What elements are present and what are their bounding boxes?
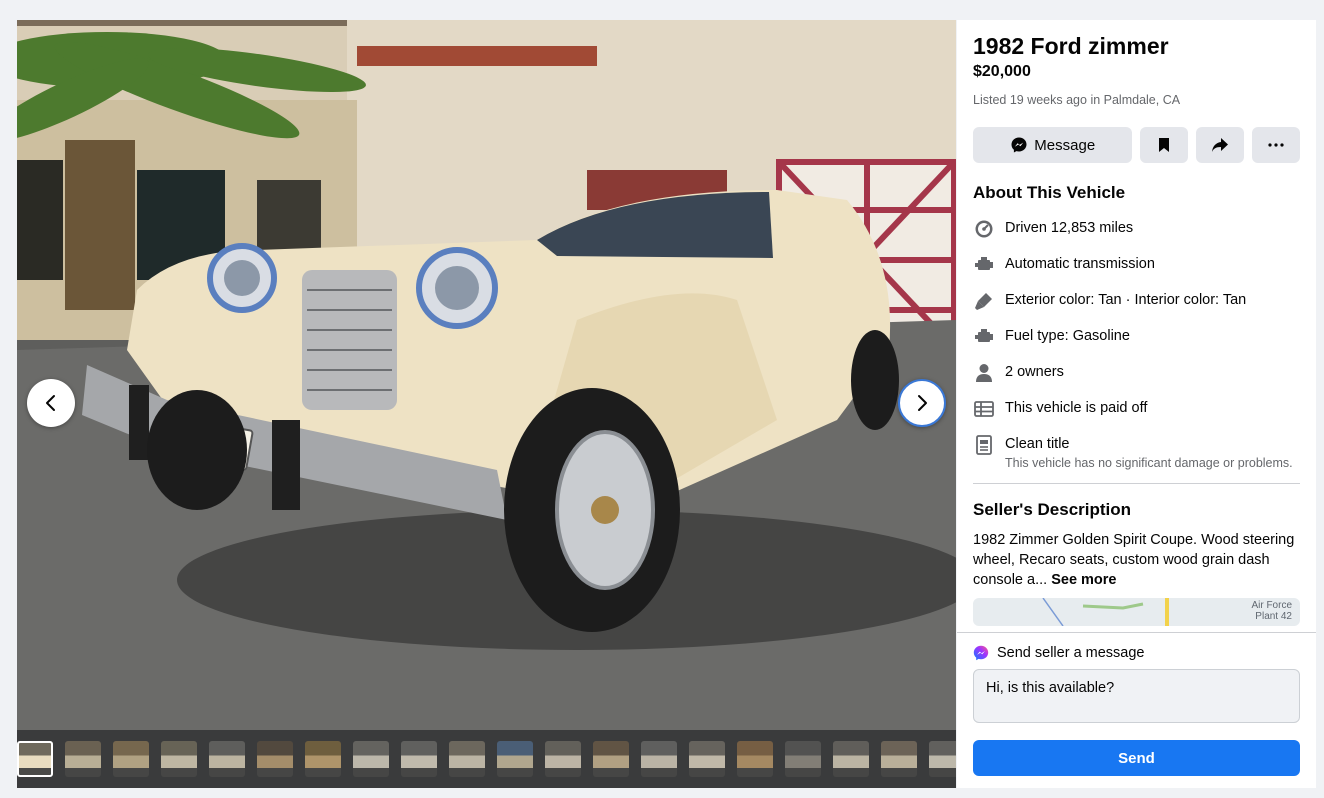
next-photo-button[interactable] bbox=[898, 379, 946, 427]
photo-thumbnail[interactable] bbox=[257, 741, 293, 777]
action-bar: Message bbox=[973, 127, 1300, 163]
spec-paid-off: This vehicle is paid off bbox=[973, 391, 1300, 427]
message-composer: Send seller a message Hi, is this availa… bbox=[957, 632, 1316, 788]
photo-thumbnail[interactable] bbox=[641, 741, 677, 777]
photo-thumbnail-strip bbox=[17, 730, 956, 788]
more-icon bbox=[1268, 143, 1284, 147]
spec-title-status-text: Clean title bbox=[1005, 436, 1070, 452]
composer-heading: Send seller a message bbox=[997, 645, 1145, 661]
photo-thumbnail[interactable] bbox=[449, 741, 485, 777]
seller-description: 1982 Zimmer Golden Spirit Coupe. Wood st… bbox=[973, 530, 1300, 590]
spec-transmission-text: Automatic transmission bbox=[1005, 256, 1155, 272]
money-icon bbox=[973, 399, 995, 419]
photo-thumbnail[interactable] bbox=[833, 741, 869, 777]
photo-thumbnail[interactable] bbox=[113, 741, 149, 777]
speedometer-icon bbox=[973, 219, 995, 239]
fuel-icon bbox=[973, 327, 995, 347]
spec-mileage: Driven 12,853 miles bbox=[973, 211, 1300, 247]
listing-meta: Listed 19 weeks ago in Palmdale, CA bbox=[973, 93, 1181, 107]
location-map[interactable]: Air Force Plant 42 bbox=[973, 598, 1300, 626]
photo-thumbnail[interactable] bbox=[353, 741, 389, 777]
chevron-left-icon bbox=[46, 395, 55, 411]
bookmark-icon bbox=[1159, 138, 1170, 152]
see-more-link[interactable]: See more bbox=[1051, 572, 1116, 588]
listing-price: $20,000 bbox=[973, 63, 1031, 80]
message-input[interactable]: Hi, is this available? bbox=[973, 669, 1300, 723]
section-divider bbox=[973, 483, 1300, 484]
photo-viewer: 2ARG825 bbox=[17, 20, 956, 788]
spec-title-status: Clean title This vehicle has no signific… bbox=[973, 427, 1300, 471]
photo-thumbnail[interactable] bbox=[737, 741, 773, 777]
seller-description-heading: Seller's Description bbox=[973, 500, 1132, 519]
photo-thumbnail[interactable] bbox=[65, 741, 101, 777]
spec-fuel: Fuel type: Gasoline bbox=[973, 319, 1300, 355]
listing-title: 1982 Ford zimmer bbox=[973, 33, 1169, 59]
messenger-logo-icon bbox=[973, 645, 989, 661]
photo-thumbnail[interactable] bbox=[497, 741, 533, 777]
previous-photo-button[interactable] bbox=[27, 379, 75, 427]
engine-icon bbox=[973, 255, 995, 275]
photo-thumbnail[interactable] bbox=[545, 741, 581, 777]
seller-description-text: 1982 Zimmer Golden Spirit Coupe. Wood st… bbox=[973, 532, 1295, 588]
map-place-label: Air Force Plant 42 bbox=[1251, 600, 1292, 622]
vehicle-specs-list: Driven 12,853 miles Automatic transmissi… bbox=[973, 211, 1300, 471]
listing-photo: 2ARG825 bbox=[17, 20, 956, 730]
paint-icon bbox=[973, 291, 995, 311]
photo-thumbnail[interactable] bbox=[785, 741, 821, 777]
photo-thumbnail[interactable] bbox=[689, 741, 725, 777]
photo-thumbnail[interactable] bbox=[305, 741, 341, 777]
person-icon bbox=[973, 363, 995, 383]
save-button[interactable] bbox=[1140, 127, 1189, 163]
spec-title-status-subtext: This vehicle has no significant damage o… bbox=[1005, 456, 1293, 470]
document-icon bbox=[973, 435, 995, 455]
spec-color-text: Exterior color: Tan · Interior color: Ta… bbox=[1005, 292, 1247, 308]
photo-thumbnail[interactable] bbox=[17, 741, 53, 777]
photo-thumbnail[interactable] bbox=[209, 741, 245, 777]
composer-header: Send seller a message bbox=[973, 645, 1300, 661]
spec-owners: 2 owners bbox=[973, 355, 1300, 391]
share-button[interactable] bbox=[1196, 127, 1245, 163]
photo-thumbnail[interactable] bbox=[593, 741, 629, 777]
photo-thumbnail[interactable] bbox=[929, 741, 956, 777]
photo-thumbnail[interactable] bbox=[401, 741, 437, 777]
share-icon bbox=[1212, 138, 1229, 152]
about-vehicle-heading: About This Vehicle bbox=[973, 183, 1126, 202]
spec-fuel-text: Fuel type: Gasoline bbox=[1005, 328, 1130, 344]
listing-details-panel: 1982 Ford zimmer $20,000 Listed 19 weeks… bbox=[957, 20, 1316, 788]
messenger-icon bbox=[1011, 137, 1027, 153]
details-scroll-area[interactable]: 1982 Ford zimmer $20,000 Listed 19 weeks… bbox=[957, 20, 1316, 632]
spec-transmission: Automatic transmission bbox=[973, 247, 1300, 283]
message-button-label: Message bbox=[1034, 136, 1096, 154]
photo-thumbnail[interactable] bbox=[161, 741, 197, 777]
spec-color: Exterior color: Tan · Interior color: Ta… bbox=[973, 283, 1300, 319]
send-button[interactable]: Send bbox=[973, 740, 1300, 776]
spec-mileage-text: Driven 12,853 miles bbox=[1005, 220, 1134, 236]
message-button[interactable]: Message bbox=[973, 127, 1133, 163]
spec-owners-text: 2 owners bbox=[1005, 364, 1064, 380]
chevron-right-icon bbox=[918, 395, 927, 411]
more-options-button[interactable] bbox=[1252, 127, 1300, 163]
spec-paid-off-text: This vehicle is paid off bbox=[1005, 400, 1148, 416]
photo-thumbnail[interactable] bbox=[881, 741, 917, 777]
